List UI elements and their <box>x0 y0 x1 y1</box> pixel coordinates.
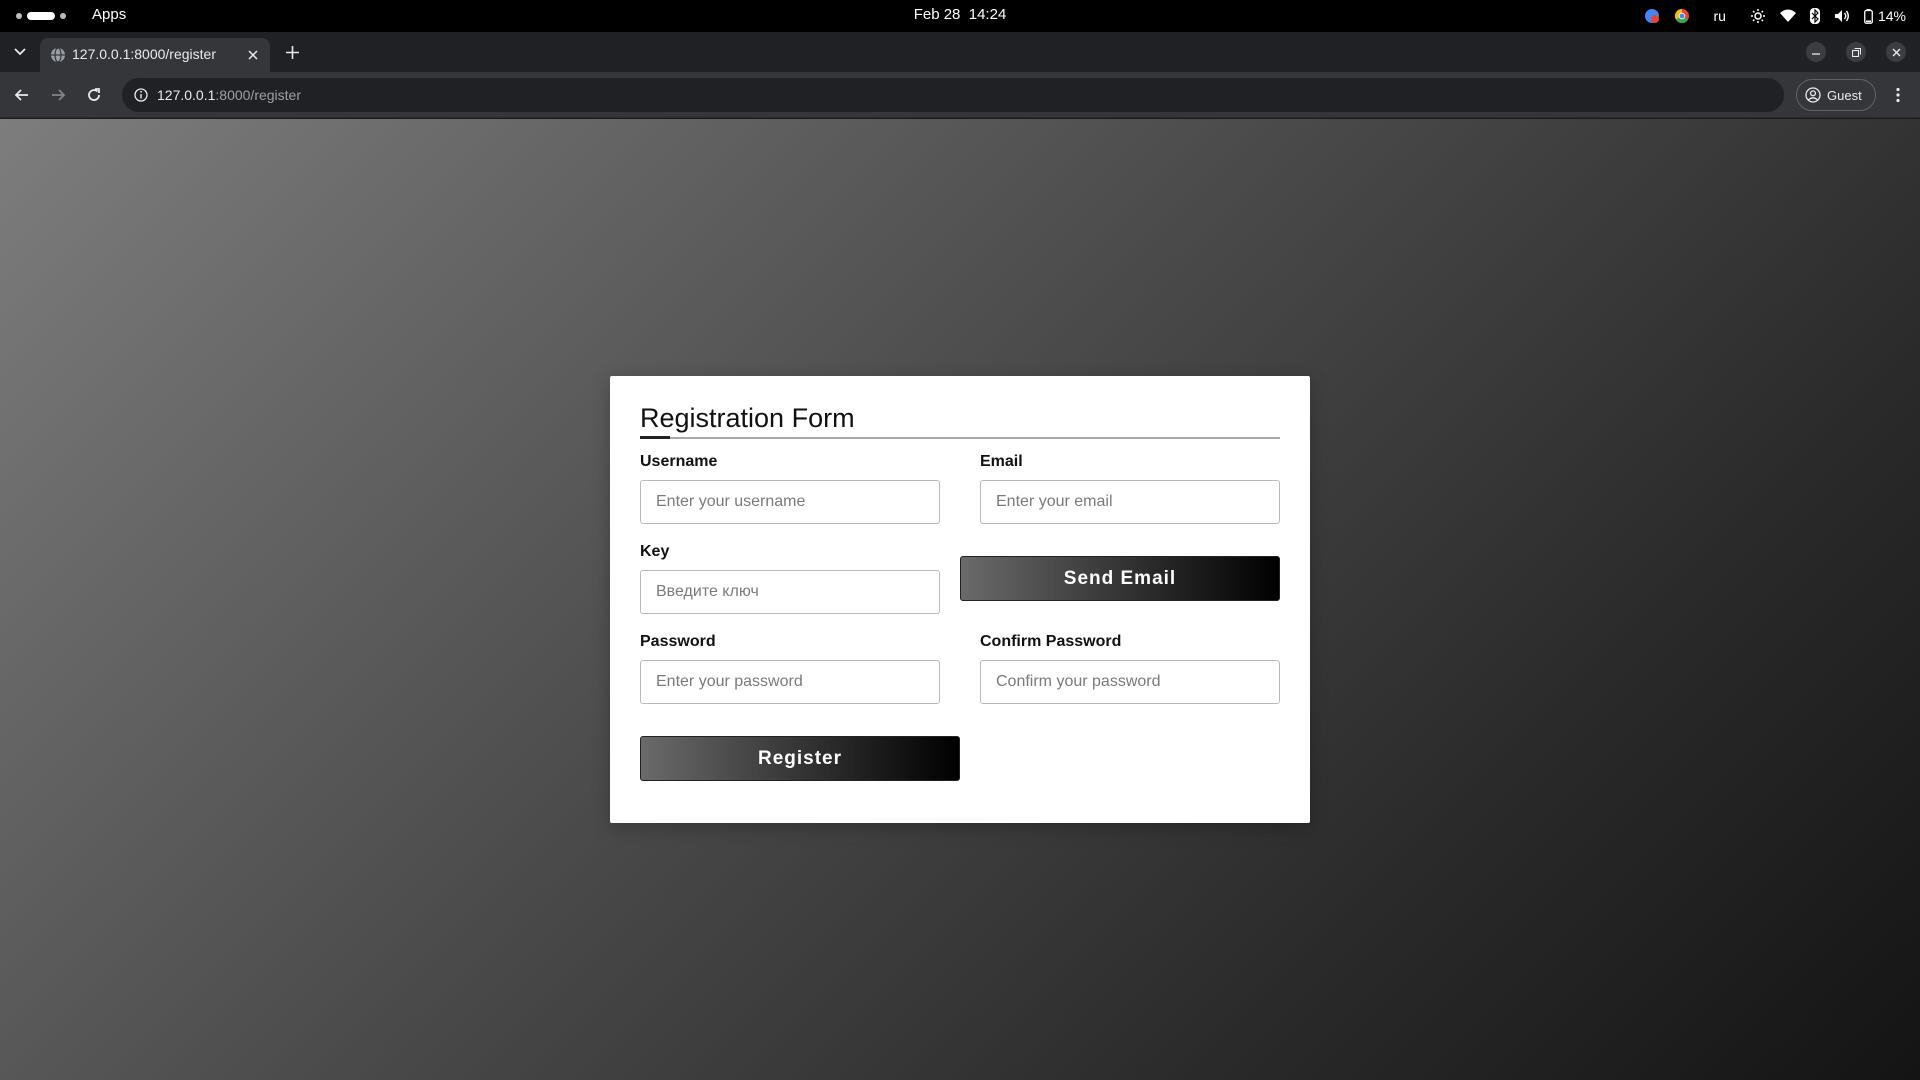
close-icon <box>1892 48 1900 56</box>
restore-icon <box>1851 47 1861 57</box>
arrow-right-icon <box>52 89 66 101</box>
minimize-window-button[interactable] <box>1806 42 1826 62</box>
register-button[interactable]: Register <box>640 736 960 781</box>
keyboard-layout-indicator[interactable]: ru <box>1714 8 1726 24</box>
battery-percent: 14% <box>1877 8 1906 24</box>
url-path: :8000/register <box>215 87 301 103</box>
account-circle-icon <box>1805 87 1821 103</box>
title-divider <box>640 437 1280 439</box>
tab-title: 127.0.0.1:8000/register <box>72 46 216 62</box>
url-host: 127.0.0.1 <box>157 87 216 103</box>
browser-tab-active[interactable]: 127.0.0.1:8000/register <box>40 38 270 72</box>
page-background: Registration Form Username Email Key Sen… <box>0 119 1920 1080</box>
form-title: Registration Form <box>640 403 855 433</box>
password-label: Password <box>640 633 716 650</box>
volume-icon[interactable] <box>1834 8 1850 24</box>
new-tab-button[interactable] <box>282 42 302 62</box>
email-input[interactable] <box>980 480 1280 524</box>
profile-button[interactable]: Guest <box>1796 79 1876 111</box>
site-info-button[interactable] <box>132 86 150 104</box>
username-label: Username <box>640 453 718 470</box>
system-tray: ru 14% <box>1644 0 1906 32</box>
chevron-down-icon <box>14 48 26 56</box>
workspace-indicator[interactable] <box>16 12 66 20</box>
reload-button[interactable] <box>82 83 106 107</box>
clock: Feb 28 14:24 <box>0 6 1920 23</box>
password-input[interactable] <box>640 660 940 704</box>
address-bar[interactable]: 127.0.0.1:8000/register <box>122 78 1784 112</box>
reload-icon <box>88 88 100 101</box>
clock-date[interactable]: Feb 28 <box>914 6 961 23</box>
workspace-dot[interactable] <box>16 13 22 19</box>
profile-label: Guest <box>1827 87 1862 103</box>
chrome-icon[interactable] <box>1674 8 1690 24</box>
info-icon <box>134 88 148 102</box>
wifi-icon[interactable] <box>1779 9 1796 23</box>
bluetooth-icon[interactable] <box>1809 8 1820 24</box>
plus-icon <box>285 45 299 59</box>
tab-search-button[interactable] <box>8 40 32 64</box>
tab-close-button[interactable] <box>244 46 262 64</box>
apps-button[interactable]: Apps <box>92 6 126 23</box>
url-text[interactable]: 127.0.0.1:8000/register <box>157 87 301 103</box>
send-email-button[interactable]: Send Email <box>960 556 1280 601</box>
key-label: Key <box>640 543 670 560</box>
workspace-active-pill[interactable] <box>27 12 55 20</box>
app-indicator-icon[interactable] <box>1644 8 1660 24</box>
restore-window-button[interactable] <box>1846 42 1866 62</box>
email-label: Email <box>980 453 1023 470</box>
registration-form: Registration Form Username Email Key Sen… <box>610 376 1310 823</box>
clock-time[interactable]: 14:24 <box>969 6 1007 23</box>
close-icon <box>248 50 258 60</box>
username-input[interactable] <box>640 480 940 524</box>
close-window-button[interactable] <box>1886 42 1906 62</box>
os-top-bar: Apps Feb 28 14:24 ru 14% <box>0 0 1920 32</box>
battery-icon <box>1864 8 1873 24</box>
arrow-left-icon <box>14 89 28 101</box>
more-vertical-icon <box>1896 87 1900 103</box>
forward-button[interactable] <box>46 83 70 107</box>
back-button[interactable] <box>10 83 34 107</box>
brightness-icon[interactable] <box>1750 8 1766 24</box>
globe-icon <box>51 47 65 63</box>
browser-tab-strip: 127.0.0.1:8000/register <box>0 32 1920 72</box>
browser-toolbar: 127.0.0.1:8000/register Guest <box>0 72 1920 118</box>
confirm-password-label: Confirm Password <box>980 633 1122 650</box>
minimize-icon <box>1812 53 1820 55</box>
title-divider-accent <box>640 436 670 439</box>
workspace-dot[interactable] <box>60 13 66 19</box>
key-input[interactable] <box>640 570 940 614</box>
browser-menu-button[interactable] <box>1888 83 1908 107</box>
confirm-password-input[interactable] <box>980 660 1280 704</box>
battery-indicator[interactable]: 14% <box>1864 8 1906 24</box>
